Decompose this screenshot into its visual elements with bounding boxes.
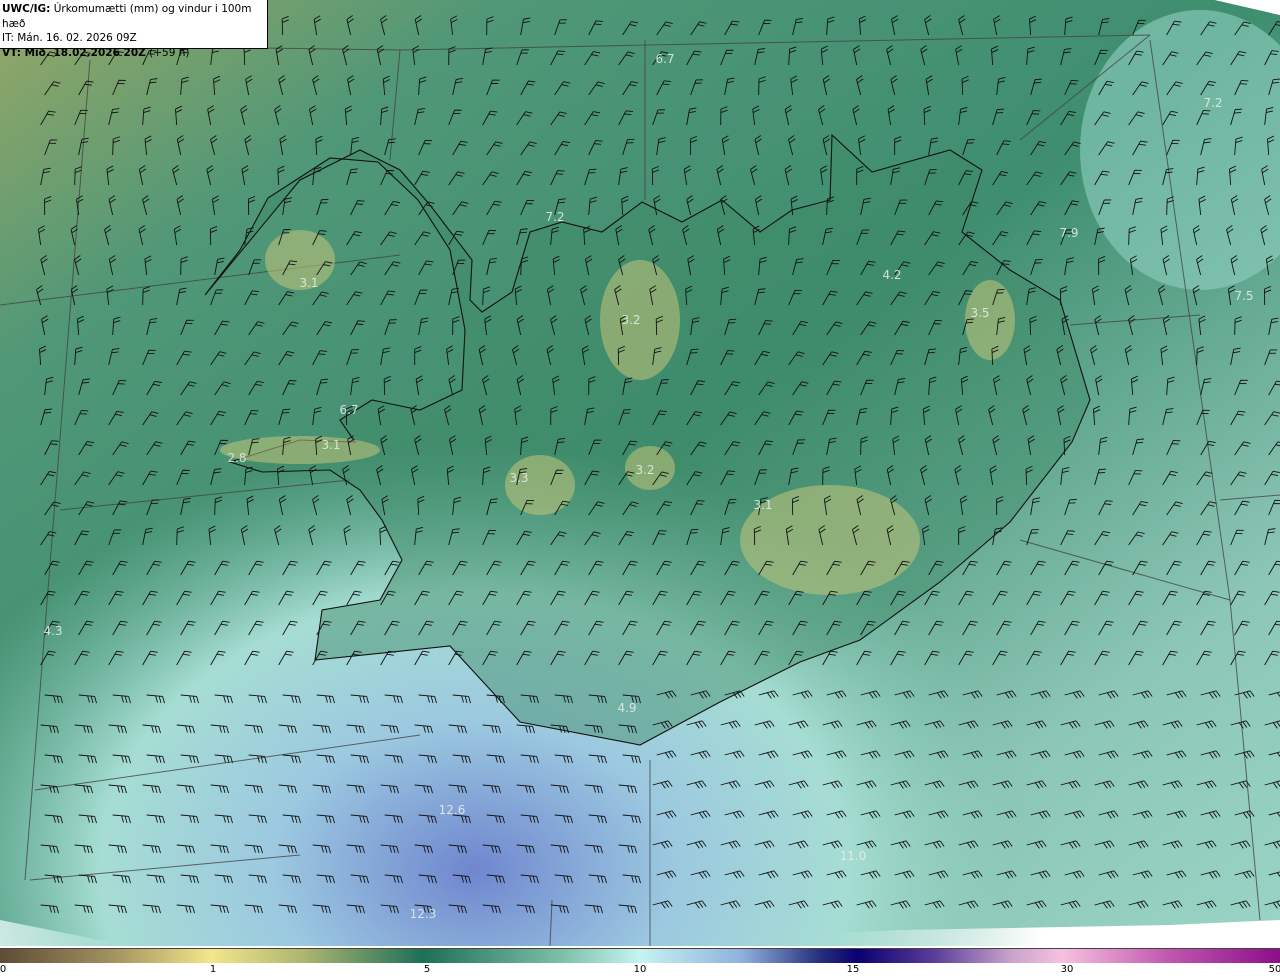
precip-value-label: 11.0 (839, 849, 867, 863)
colorbar-tick-label: 0 (0, 964, 7, 975)
precip-value-label: 12.6 (438, 803, 466, 817)
colorbar-tick-label: 10 (633, 964, 647, 975)
precip-value-label: 6.7 (655, 52, 675, 66)
precip-value-label: 3.2 (621, 313, 641, 327)
precip-value-label: 7.9 (1059, 226, 1079, 240)
model-label: UWC/IG: (2, 3, 51, 15)
precip-value-label: 4.9 (617, 701, 637, 715)
colorbar (0, 948, 1280, 963)
colorbar-tick-label: 30 (1060, 964, 1074, 975)
precip-value-label: 4.3 (43, 624, 63, 638)
colorbar-tick-label: 50 (1268, 964, 1280, 975)
valid-time: VT: Mið. 18.02.2026 20Z (2, 46, 146, 59)
precip-value-label: 2.8 (227, 451, 247, 465)
precip-value-label: 3.1 (753, 498, 773, 512)
precip-value-label: 6.7 (339, 403, 359, 417)
colorbar-tick-label: 5 (423, 964, 431, 975)
precip-value-label: 12.3 (409, 907, 437, 921)
precip-value-label: 3.2 (635, 463, 655, 477)
precip-value-label: 7.5 (1234, 289, 1254, 303)
precip-value-label: 7.2 (1203, 96, 1223, 110)
precip-value-label: 3.1 (321, 438, 341, 452)
issue-time: IT: Mán. 16. 02. 2026 09Z (2, 32, 137, 44)
forecast-offset: (+59 h) (149, 46, 190, 59)
colorbar-tick-label: 15 (846, 964, 860, 975)
precip-value-label: 3.5 (970, 306, 990, 320)
precip-value-label: 7.2 (545, 210, 565, 224)
colorbar-ticks: 0 1 5 10 15 30 50 (0, 962, 1280, 978)
precip-value-label: 4.2 (882, 268, 902, 282)
map-info-box: UWC/IG: Úrkomumætti (mm) og vindur i 100… (0, 0, 268, 59)
precip-value-label: 3.1 (299, 276, 319, 290)
precip-value-label: 3.3 (509, 471, 529, 485)
colorbar-tick-label: 1 (209, 964, 217, 975)
